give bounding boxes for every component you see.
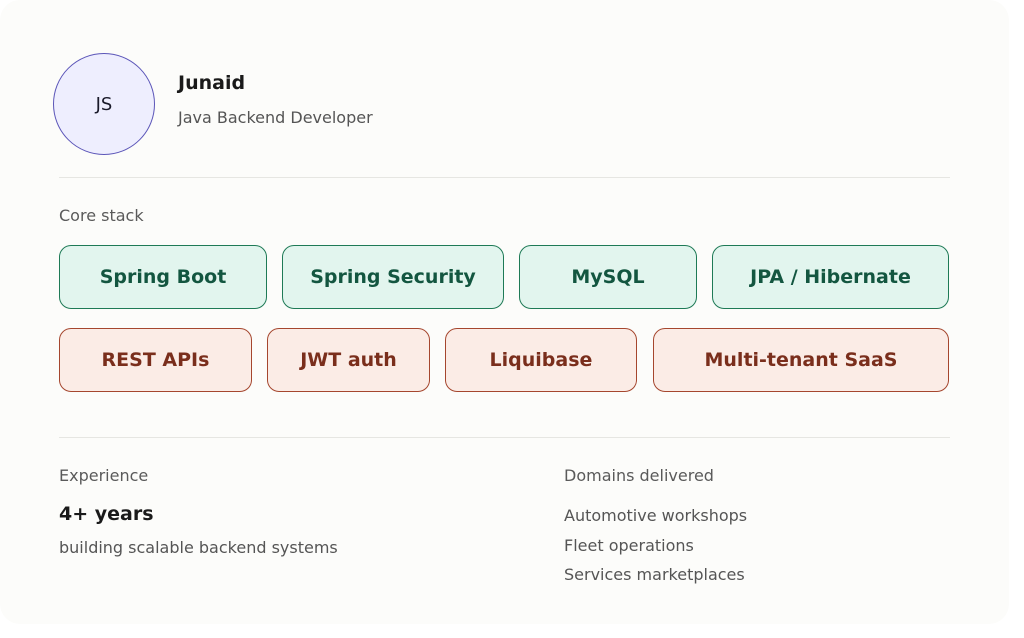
chip-jpa-hibernate: JPA / Hibernate [712,245,949,309]
experience-label: Experience [59,466,149,485]
experience-description: building scalable backend systems [59,538,338,557]
core-stack-label: Core stack [59,206,144,225]
domain-item: Fleet operations [564,536,694,555]
profile-name: Junaid [178,72,246,94]
divider-bottom [59,437,950,438]
chip-spring-boot: Spring Boot [59,245,267,309]
domain-item: Automotive workshops [564,506,748,525]
domains-label: Domains delivered [564,466,714,485]
avatar: JS [53,53,155,155]
chip-mysql: MySQL [519,245,697,309]
domain-item: Services marketplaces [564,565,745,584]
chip-spring-security: Spring Security [282,245,504,309]
profile-card: JS Junaid Java Backend Developer Core st… [0,0,1009,624]
avatar-initials: JS [95,93,113,115]
chip-jwt-auth: JWT auth [267,328,430,392]
experience-value: 4+ years [59,503,154,525]
chip-liquibase: Liquibase [445,328,637,392]
divider-top [59,177,950,178]
chip-multi-tenant-saas: Multi-tenant SaaS [653,328,949,392]
chip-rest-apis: REST APIs [59,328,252,392]
profile-role: Java Backend Developer [178,108,373,127]
